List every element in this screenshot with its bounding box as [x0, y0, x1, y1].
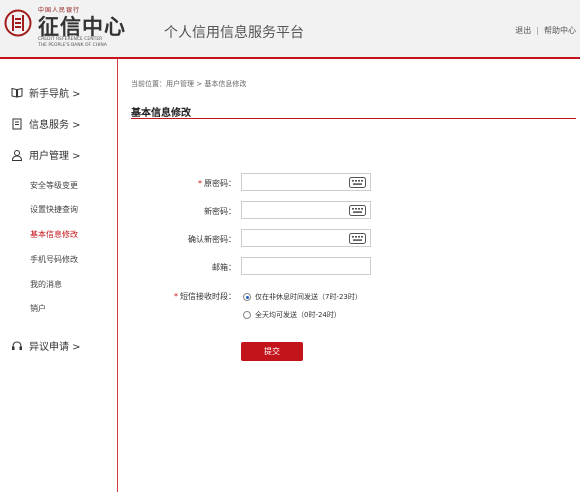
new-password-label: 新密码：	[204, 207, 236, 216]
sms-period-label: * 短信接收时段：	[126, 291, 236, 302]
headset-icon	[12, 340, 22, 350]
logo-subtitle-en-bank: THE PEOPLE'S BANK OF CHINA	[38, 43, 107, 48]
top-links: 退出 | 帮助中心	[515, 25, 576, 36]
sidebar-item-label: 异议申请 >	[29, 342, 81, 353]
confirm-password-label: 确认新密码：	[188, 235, 236, 244]
sidebar-item-user-management[interactable]: 用户管理 >	[11, 147, 81, 162]
sidebar-sub-quick-query[interactable]: 设置快捷查询	[30, 204, 78, 215]
title-underline	[131, 118, 576, 119]
sidebar-item-label: 用户管理 >	[29, 151, 81, 162]
keyboard-icon[interactable]	[349, 233, 366, 244]
sms-option-daytime-label: 仅在非休息时间发送（7时-23时）	[255, 293, 362, 301]
old-password-field[interactable]	[241, 173, 371, 191]
sms-option-daytime[interactable]: 仅在非休息时间发送（7时-23时）	[243, 292, 362, 302]
new-password-field[interactable]	[241, 201, 371, 219]
required-marker: *	[174, 292, 178, 301]
sidebar-sub-phone-change[interactable]: 手机号码修改	[30, 254, 78, 265]
sidebar-item-label: 新手导航 >	[29, 89, 81, 100]
link-separator: |	[536, 26, 539, 35]
sidebar-sub-basic-info[interactable]: 基本信息修改	[30, 229, 78, 240]
sidebar-sub-security-level[interactable]: 安全等级变更	[30, 180, 78, 191]
header: 中国人民银行 征信中心 CREDIT REFERENCE CENTER THE …	[0, 0, 580, 57]
sidebar-item-guide[interactable]: 新手导航 >	[11, 85, 81, 100]
logout-link[interactable]: 退出	[515, 26, 531, 35]
document-icon	[12, 118, 22, 129]
site-title: 个人信用信息服务平台	[164, 25, 304, 41]
keyboard-icon[interactable]	[349, 205, 366, 216]
radio-button-checked[interactable]	[243, 293, 251, 301]
sidebar-sub-cancel-account[interactable]: 销户	[30, 303, 46, 314]
sms-period-label-text: 短信接收时段：	[180, 292, 236, 301]
seal-icon	[4, 9, 32, 37]
submit-button[interactable]: 提交	[241, 342, 303, 361]
email-field[interactable]	[241, 257, 371, 275]
confirm-password-field[interactable]	[241, 229, 371, 247]
help-center-link[interactable]: 帮助中心	[544, 26, 576, 35]
book-icon	[11, 87, 23, 98]
credit-center-logo[interactable]: 中国人民银行 征信中心 CREDIT REFERENCE CENTER THE …	[0, 5, 160, 51]
old-password-label: * 原密码：	[126, 178, 236, 189]
sidebar-item-label: 信息服务 >	[29, 120, 81, 131]
breadcrumb: 当前位置：用户管理 > 基本信息修改	[131, 80, 247, 88]
radio-button[interactable]	[243, 311, 251, 319]
sidebar-item-info-service[interactable]: 信息服务 >	[11, 116, 81, 131]
sidebar-sub-messages[interactable]: 我的消息	[30, 279, 62, 290]
sms-option-allday[interactable]: 全天均可发送（0时-24时）	[243, 310, 341, 320]
old-password-label-text: 原密码：	[204, 179, 236, 188]
required-marker: *	[198, 179, 202, 188]
page-title: 基本信息修改	[131, 108, 191, 119]
logo-subtitle-en: CREDIT REFERENCE CENTER	[38, 37, 103, 42]
sms-option-allday-label: 全天均可发送（0时-24时）	[255, 311, 341, 319]
sidebar-item-dispute[interactable]: 异议申请 >	[11, 338, 81, 353]
email-label: 邮箱：	[212, 263, 236, 272]
user-icon	[11, 149, 23, 161]
keyboard-icon[interactable]	[349, 177, 366, 188]
sidebar-divider	[117, 59, 118, 492]
